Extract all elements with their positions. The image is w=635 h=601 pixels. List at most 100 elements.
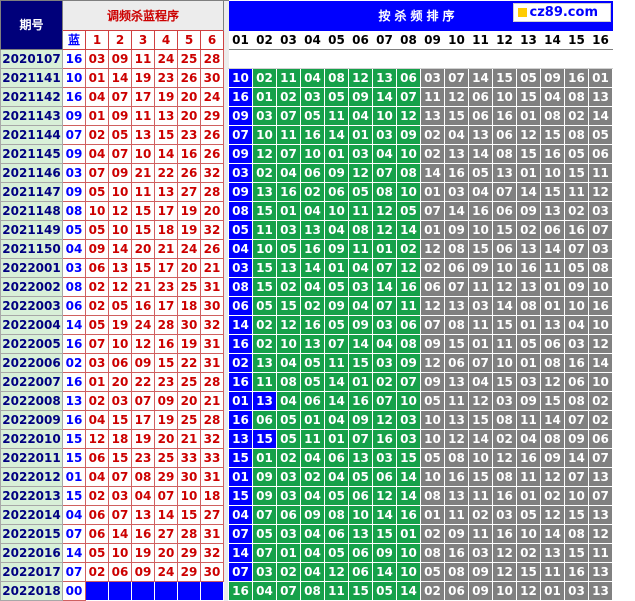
red-number: 01 (85, 372, 109, 392)
red-number: 05 (108, 296, 132, 316)
kill-cell: 06 (348, 543, 373, 563)
kill-cell: 07 (588, 448, 613, 468)
red-number: 06 (108, 562, 132, 582)
kill-cell: 12 (276, 315, 301, 335)
kill-cell: 07 (372, 296, 397, 316)
kill-cell: 10 (396, 182, 421, 202)
kill-cell: 10 (492, 87, 517, 107)
kill-column-header: 04 (300, 30, 325, 50)
kill-cell: 01 (372, 239, 397, 259)
red-number: 11 (131, 49, 155, 69)
period-cell: 2021149 (0, 220, 63, 240)
kill-cell: 07 (324, 334, 349, 354)
kill-cell: 08 (564, 125, 589, 145)
rank-header: 6 (200, 30, 224, 50)
red-number: 21 (154, 239, 178, 259)
kill-cell: 11 (468, 486, 493, 506)
kill-cell: 10 (468, 448, 493, 468)
period-cell: 2021143 (0, 106, 63, 126)
kill-cell: 09 (468, 258, 493, 278)
kill-cell: 02 (228, 353, 253, 373)
kill-cell: 13 (588, 505, 613, 525)
adjust-program-header[interactable]: 调频杀蓝程序 (62, 0, 224, 31)
kill-cell: 13 (300, 334, 325, 354)
kill-cell: 14 (516, 182, 541, 202)
kill-cell: 07 (564, 410, 589, 430)
kill-cell: 14 (396, 486, 421, 506)
kill-cell: 11 (420, 87, 445, 107)
kill-cell: 08 (324, 68, 349, 88)
kill-cell: 08 (492, 144, 517, 164)
kill-cell: 10 (396, 391, 421, 411)
kill-cell: 14 (372, 87, 397, 107)
red-number: 10 (108, 220, 132, 240)
table-row: 2021143 09 01 09 11 13 20 29 09 03 07 05 11 04 10 12 13 1… (0, 106, 613, 126)
kill-cell: 09 (420, 334, 445, 354)
kill-cell: 03 (588, 239, 613, 259)
kill-cell: 14 (324, 372, 349, 392)
kill-cell: 01 (324, 429, 349, 449)
kill-cell: 09 (324, 239, 349, 259)
rank-header: 3 (131, 30, 155, 50)
kill-cell: 10 (492, 353, 517, 373)
kill-cell: 14 (468, 68, 493, 88)
kill-cell: 04 (468, 372, 493, 392)
kill-cell: 16 (588, 296, 613, 316)
kill-cell: 11 (348, 239, 373, 259)
period-cell: 2022009 (0, 410, 63, 430)
red-number: 17 (131, 410, 155, 430)
kill-cell: 02 (588, 391, 613, 411)
kill-cell: 14 (420, 163, 445, 183)
kill-cell: 02 (300, 296, 325, 316)
kill-cell: 01 (276, 201, 301, 221)
kill-cell: 13 (540, 315, 565, 335)
kill-cell: 06 (396, 68, 421, 88)
red-number: 09 (85, 239, 109, 259)
blue-number: 16 (62, 87, 86, 107)
kill-cell: 14 (324, 391, 349, 411)
red-number: 15 (177, 505, 201, 525)
red-number: 21 (131, 163, 155, 183)
kill-cell: 08 (420, 486, 445, 506)
kill-cell: 16 (228, 372, 253, 392)
kill-cell: 10 (300, 144, 325, 164)
blue-number: 08 (62, 277, 86, 297)
kill-cell: 01 (252, 87, 277, 107)
table-row: 2022007 16 01 20 22 23 25 28 16 11 08 05 14 01 02 07 09 1… (0, 372, 613, 392)
period-cell: 2022008 (0, 391, 63, 411)
kill-cell: 04 (276, 353, 301, 373)
kill-cell: 10 (348, 505, 373, 525)
kill-cell: 07 (276, 106, 301, 126)
kill-cell: 05 (420, 391, 445, 411)
red-number: 03 (108, 486, 132, 506)
kill-cell: 15 (564, 543, 589, 563)
kill-cell: 03 (276, 467, 301, 487)
red-number: 24 (154, 562, 178, 582)
kill-cell: 02 (564, 106, 589, 126)
blue-number: 07 (62, 125, 86, 145)
kill-cell: 07 (228, 125, 253, 145)
kill-cell: 14 (324, 125, 349, 145)
kill-cell: 16 (396, 505, 421, 525)
kill-cell: 06 (324, 182, 349, 202)
red-number: 02 (85, 125, 109, 145)
kill-cell: 08 (492, 410, 517, 430)
red-number: 28 (154, 315, 178, 335)
red-number: 19 (108, 315, 132, 335)
kill-cell: 02 (252, 163, 277, 183)
kill-cell: 12 (348, 163, 373, 183)
kill-cell: 16 (540, 144, 565, 164)
kill-column-header: 09 (420, 30, 445, 50)
kill-cell: 15 (540, 182, 565, 202)
kill-cell: 12 (492, 562, 517, 582)
red-number: 13 (108, 258, 132, 278)
kill-cell: 04 (300, 562, 325, 582)
kill-cell: 03 (420, 68, 445, 88)
kill-cell: 06 (228, 296, 253, 316)
kill-cell: 16 (300, 239, 325, 259)
kill-cell: 14 (372, 505, 397, 525)
red-number: 33 (200, 448, 224, 468)
kill-cell: 08 (564, 524, 589, 544)
kill-cell: 14 (564, 448, 589, 468)
kill-cell: 01 (420, 505, 445, 525)
